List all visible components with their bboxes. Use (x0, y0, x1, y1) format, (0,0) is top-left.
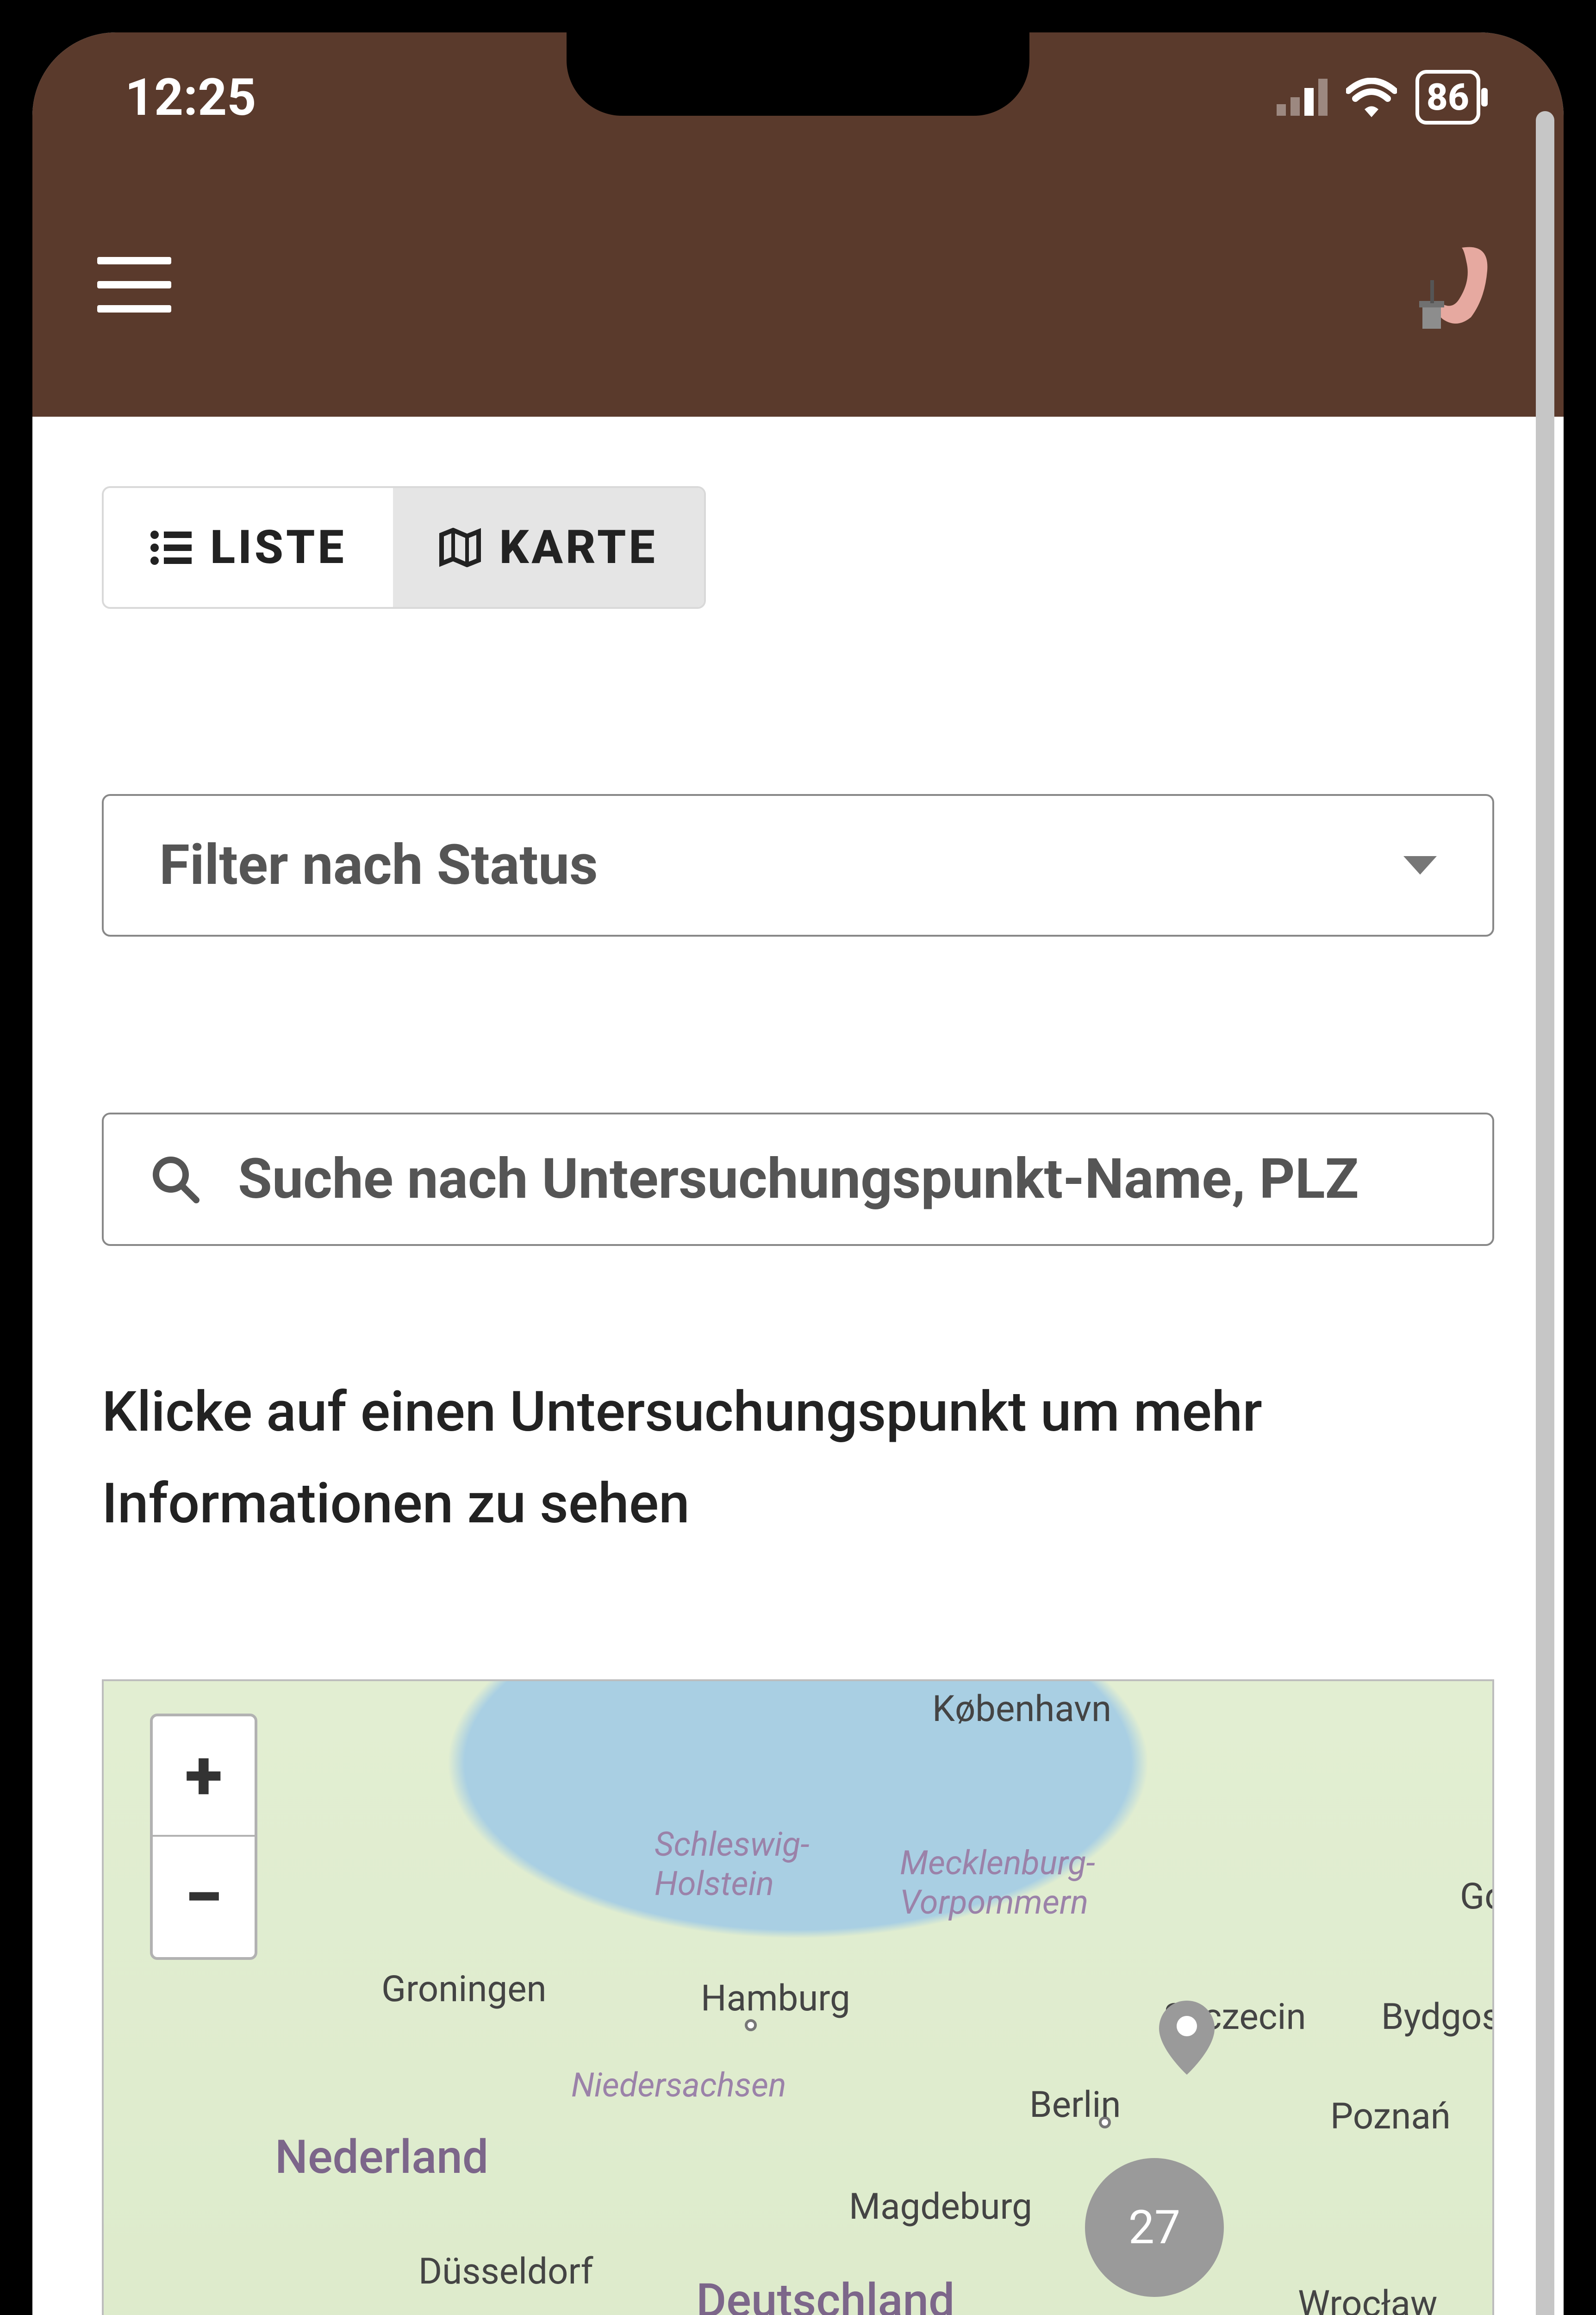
tab-list-label: LISTE (210, 520, 347, 575)
menu-button[interactable] (97, 257, 171, 313)
map-canvas[interactable]: + − København Schleswig- Holstein Meckle… (102, 1679, 1494, 2315)
map-label: Hamburg (701, 1977, 850, 2020)
map-label: Gdańs (1460, 1876, 1494, 1918)
map-label: Wrocław (1298, 2283, 1438, 2315)
tab-map-label: KARTE (499, 520, 658, 575)
zoom-out-button[interactable]: − (153, 1837, 255, 1957)
city-dot (745, 2019, 757, 2031)
status-filter-placeholder: Filter nach Status (159, 833, 598, 898)
map-label: Düsseldorf (418, 2251, 593, 2293)
map-label: Schleswig- Holstein (655, 1825, 810, 1903)
list-icon (150, 529, 192, 566)
map-label: København (932, 1688, 1111, 1730)
main-content: LISTE KARTE Filter nach Status Suche nac… (32, 417, 1564, 2315)
wifi-icon (1346, 78, 1397, 117)
map-icon (439, 528, 481, 567)
zoom-control: + − (150, 1714, 257, 1960)
map-label: Magdeburg (849, 2186, 1032, 2228)
map-hint-text: Klicke auf einen Untersuchungspunkt um m… (102, 1366, 1494, 1550)
map-label: Bydgoszcz (1381, 1996, 1494, 2038)
status-time: 12:25 (125, 58, 256, 127)
search-input[interactable]: Suche nach Untersuchungspunkt-Name, PLZ (102, 1113, 1494, 1246)
battery-indicator: 86 (1415, 70, 1480, 125)
map-label: Nederland (275, 2130, 488, 2184)
map-label: Deutschland (696, 2274, 954, 2315)
search-placeholder: Suche nach Untersuchungspunkt-Name, PLZ (238, 1147, 1359, 1212)
map-pin[interactable] (1159, 2001, 1215, 2075)
search-icon (150, 1154, 201, 1205)
app-logo-icon (1397, 238, 1499, 331)
tab-list[interactable]: LISTE (104, 488, 393, 607)
map-label: Niedersachsen (571, 2065, 786, 2105)
map-label: Groningen (381, 1968, 547, 2010)
status-filter-select[interactable]: Filter nach Status (102, 794, 1494, 937)
zoom-in-button[interactable]: + (153, 1716, 255, 1837)
map-label: Berlin (1029, 2084, 1121, 2126)
cellular-signal-icon (1277, 79, 1328, 116)
map-label: Mecklenburg- Vorpommern (900, 1843, 1095, 1922)
scrollbar[interactable] (1536, 111, 1554, 2315)
view-toggle: LISTE KARTE (102, 486, 706, 609)
tab-map[interactable]: KARTE (393, 488, 704, 607)
app-header (32, 153, 1564, 417)
device-notch (567, 32, 1029, 116)
map-label: Poznań (1330, 2096, 1451, 2138)
map-cluster[interactable]: 27 (1085, 2158, 1224, 2297)
chevron-down-icon (1403, 856, 1437, 875)
